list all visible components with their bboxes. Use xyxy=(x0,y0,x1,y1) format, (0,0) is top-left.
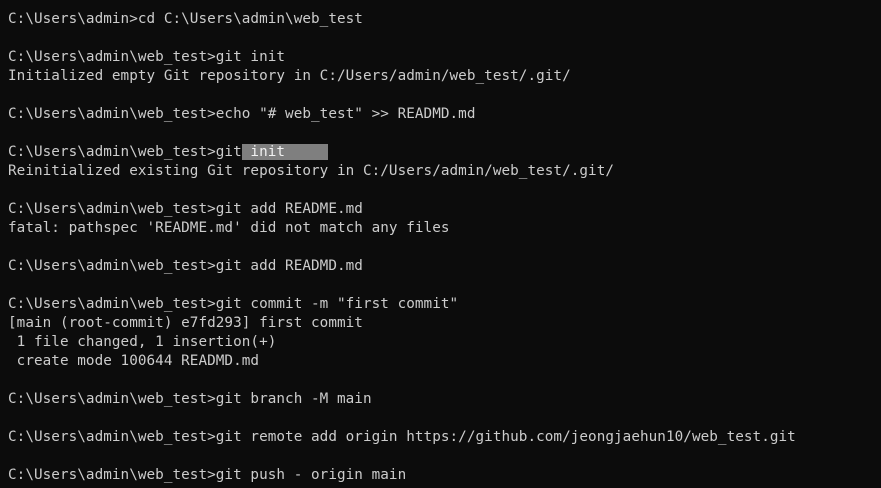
selected-text-highlight[interactable]: init xyxy=(241,144,329,160)
output-line: Initialized empty Git repository in C:/U… xyxy=(8,68,571,84)
command-line: C:\Users\admin\web_test>git add READMD.m… xyxy=(8,258,363,274)
terminal-window[interactable]: C:\Users\admin>cd C:\Users\admin\web_tes… xyxy=(0,0,881,488)
command-text: C:\Users\admin\web_test>git xyxy=(8,144,242,160)
error-line: fatal: pathspec 'README.md' did not matc… xyxy=(8,220,450,236)
command-line-with-selection: C:\Users\admin\web_test>git init xyxy=(8,143,881,162)
command-line: C:\Users\admin\web_test>git remote add o… xyxy=(8,429,796,445)
command-line: C:\Users\admin\web_test>git init xyxy=(8,49,286,65)
output-line: create mode 100644 READMD.md xyxy=(8,353,260,369)
command-line: C:\Users\admin\web_test>git branch -M ma… xyxy=(8,391,372,407)
output-line: [main (root-commit) e7fd293] first commi… xyxy=(8,315,363,331)
output-line: C:\Users\admin>cd C:\Users\admin\web_tes… xyxy=(8,11,363,27)
command-line-current[interactable]: C:\Users\admin\web_test>git push - origi… xyxy=(8,466,881,485)
output-line: Reinitialized existing Git repository in… xyxy=(8,163,615,179)
command-line: C:\Users\admin\web_test>git commit -m "f… xyxy=(8,296,459,312)
command-line: C:\Users\admin\web_test>git add README.m… xyxy=(8,201,363,217)
command-line: C:\Users\admin\web_test>echo "# web_test… xyxy=(8,106,476,122)
output-line: 1 file changed, 1 insertion(+) xyxy=(8,334,277,350)
